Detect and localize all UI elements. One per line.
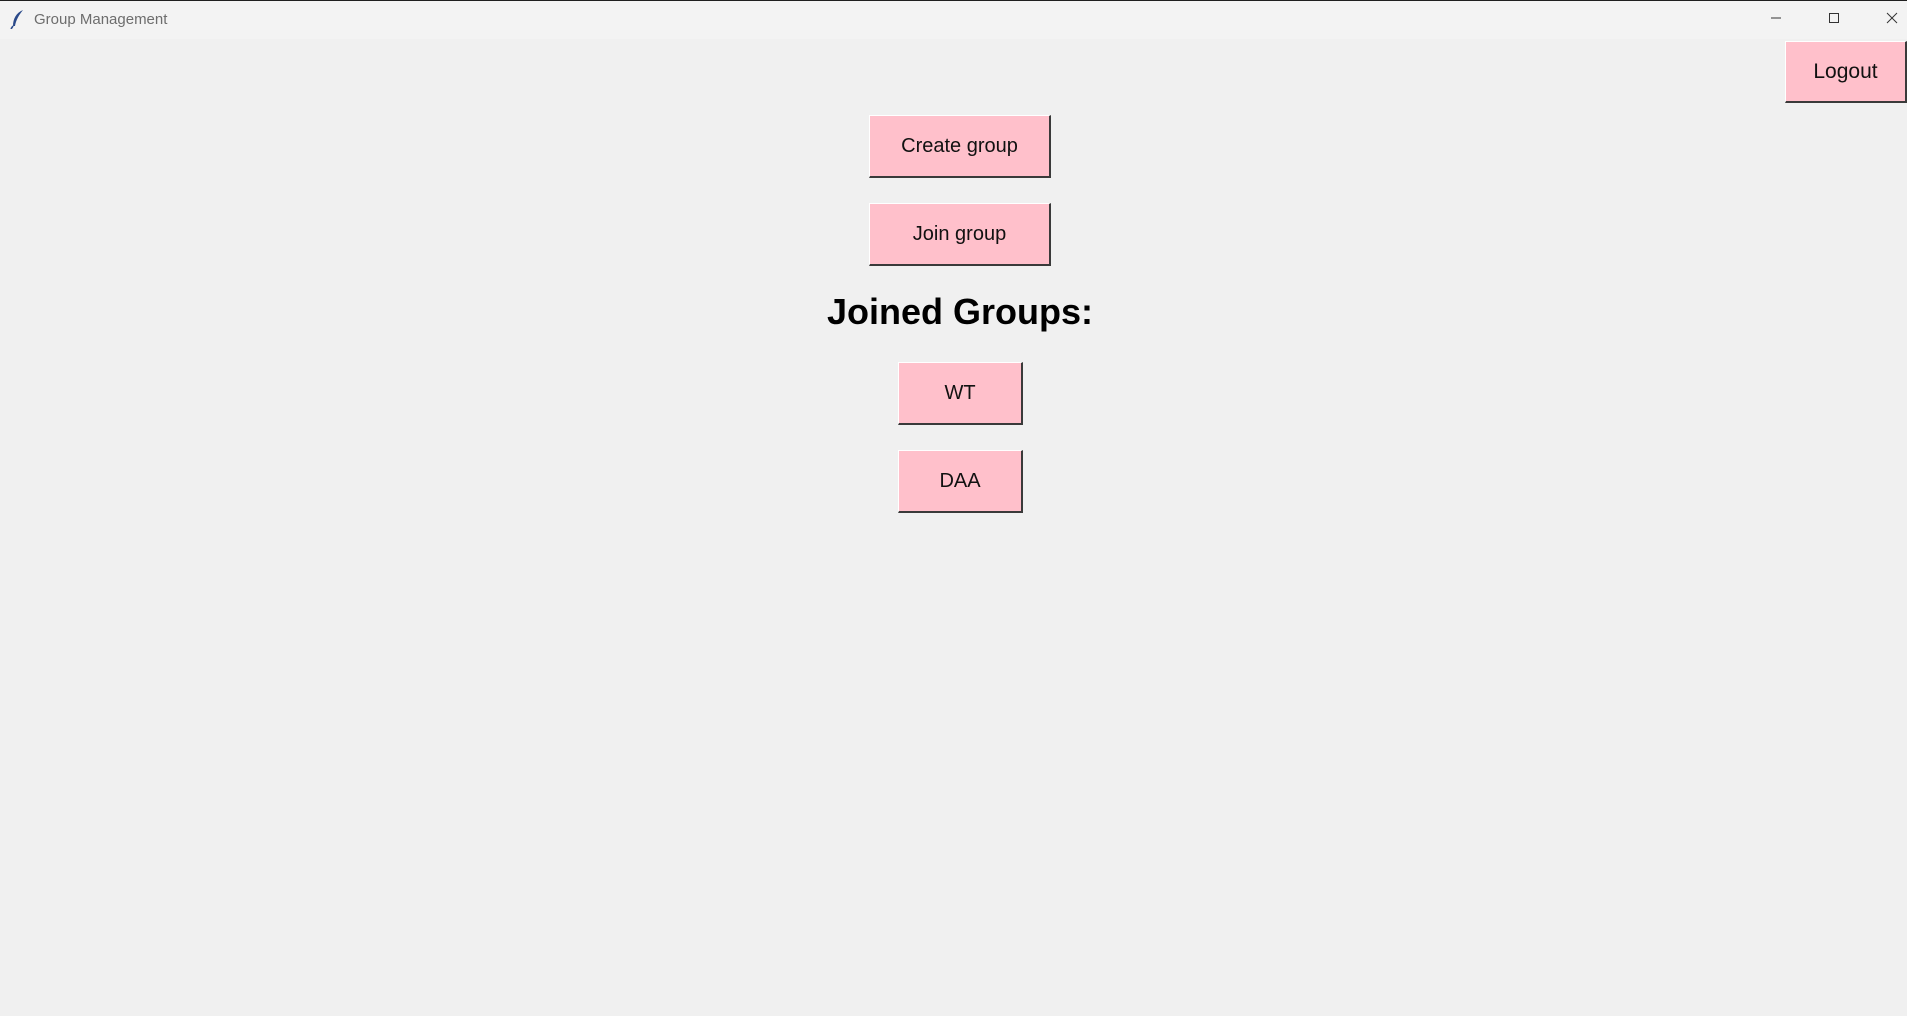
minimize-button[interactable] xyxy=(1748,1,1804,39)
maximize-icon xyxy=(1828,11,1840,29)
minimize-icon xyxy=(1770,11,1782,29)
joined-groups-heading: Joined Groups: xyxy=(826,291,1093,332)
app-window: Group Management Logout Create group Joi… xyxy=(0,0,1907,1016)
join-group-button[interactable]: Join group xyxy=(869,203,1051,266)
close-icon xyxy=(1886,11,1898,29)
create-group-button[interactable]: Create group xyxy=(869,115,1051,178)
feather-icon xyxy=(10,9,26,30)
window-title: Group Management xyxy=(34,11,168,28)
logout-button[interactable]: Logout xyxy=(1785,41,1907,103)
main-content: Logout Create group Join group Joined Gr… xyxy=(0,39,1907,1016)
title-bar: Group Management xyxy=(0,1,1907,39)
group-button-daa[interactable]: DAA xyxy=(898,450,1023,513)
group-button-wt[interactable]: WT xyxy=(898,362,1023,425)
maximize-button[interactable] xyxy=(1806,1,1862,39)
close-button[interactable] xyxy=(1864,1,1907,39)
